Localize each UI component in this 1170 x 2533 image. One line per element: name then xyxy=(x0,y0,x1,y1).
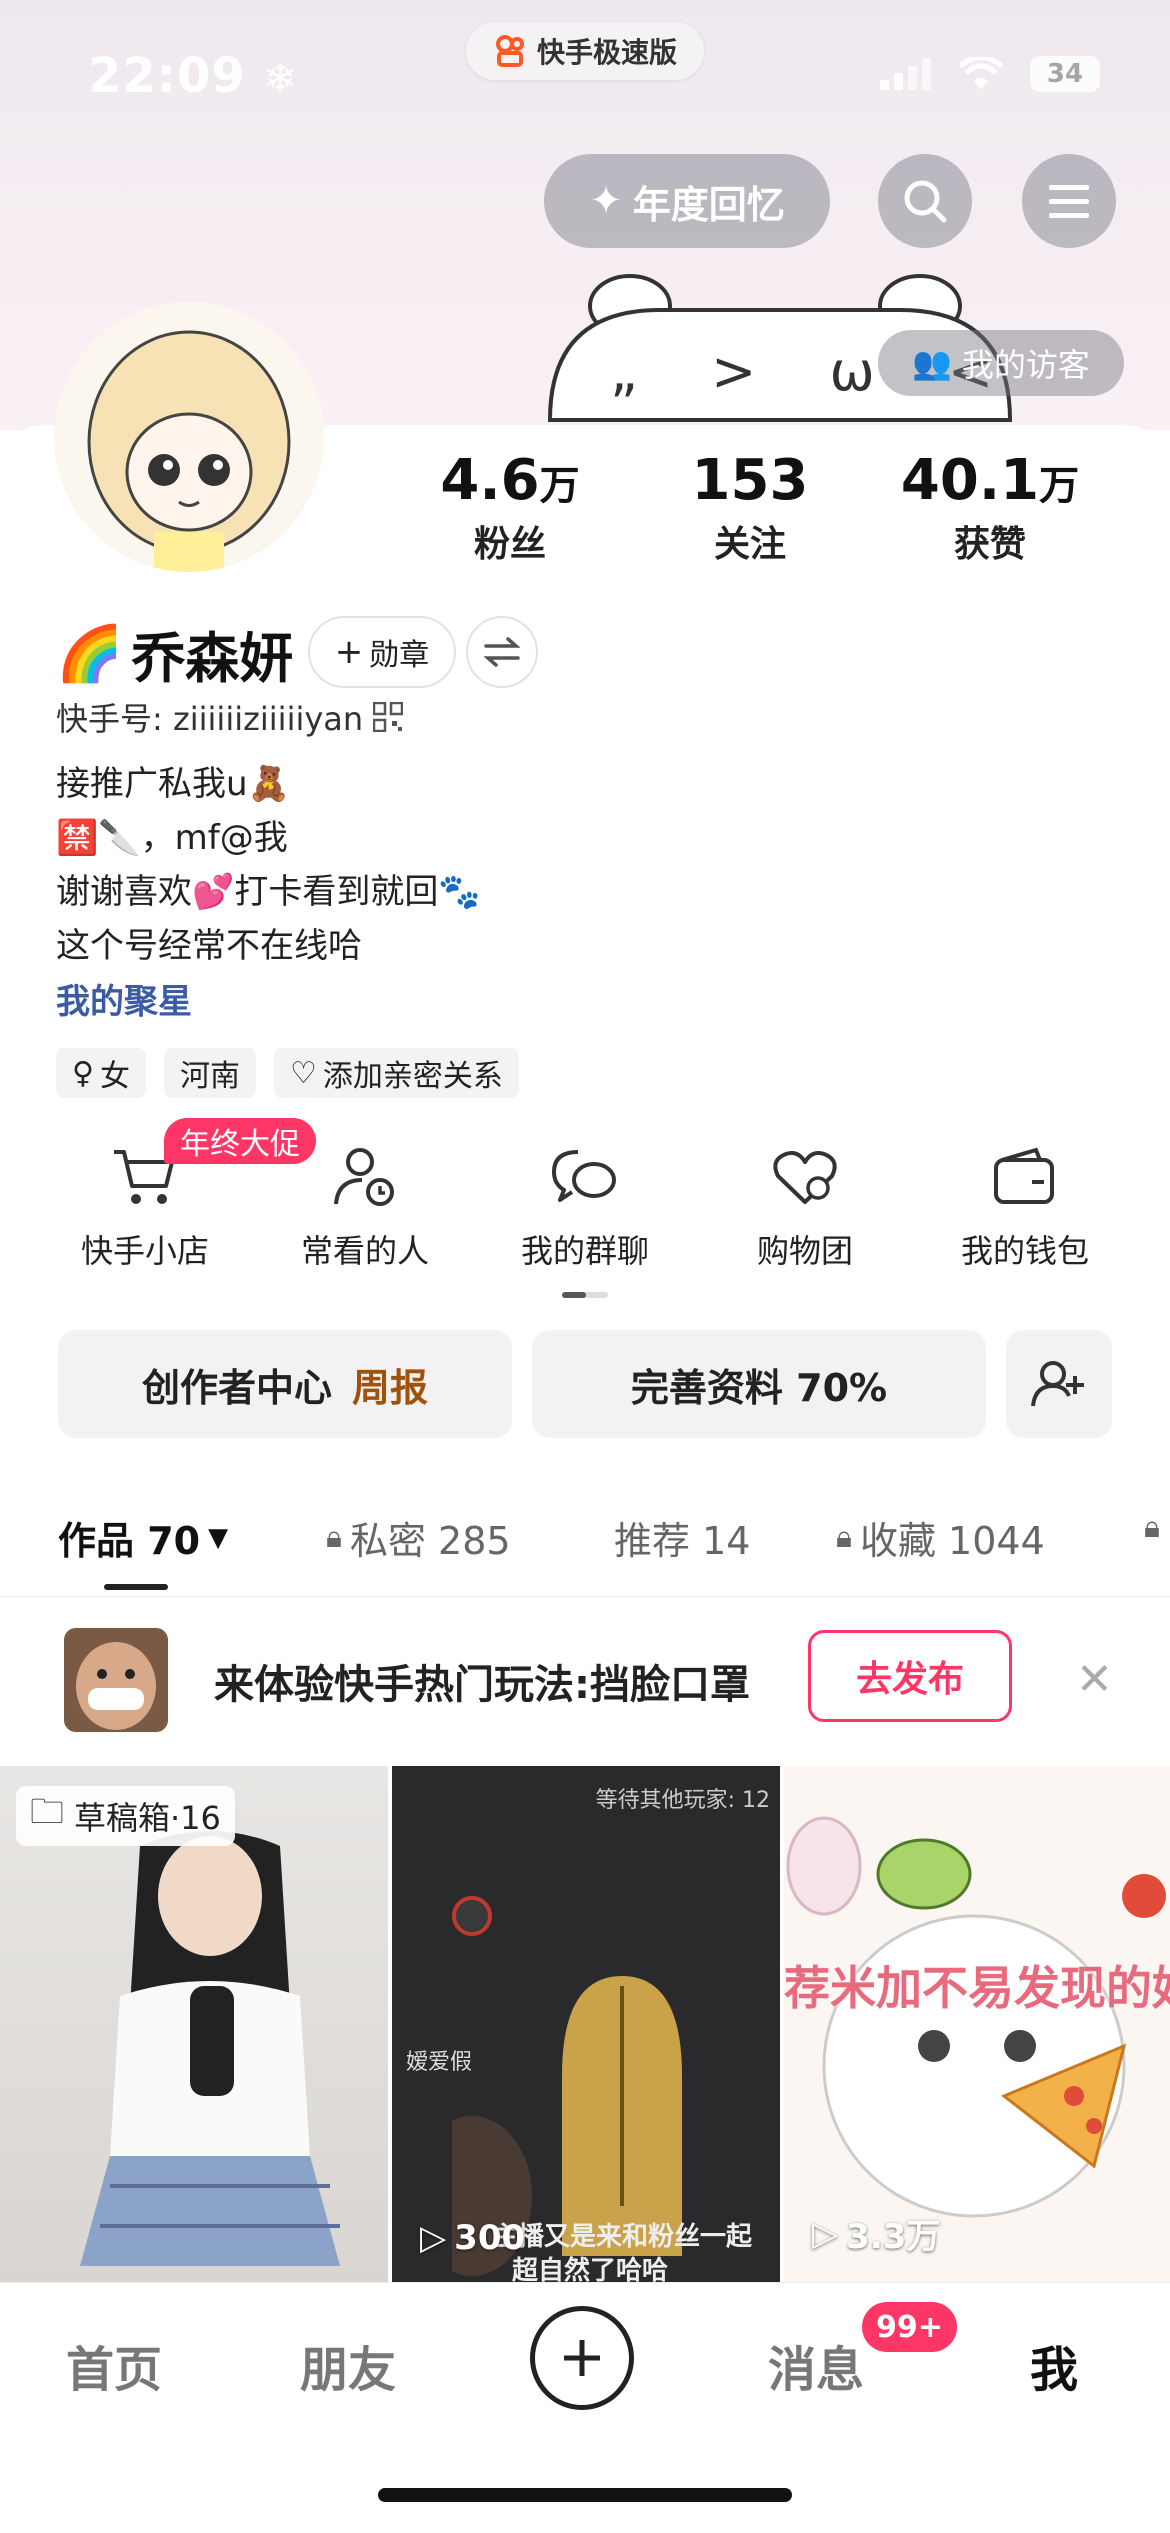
shortcut-wallet[interactable]: 我的钱包 xyxy=(925,1146,1125,1272)
bio-line-2: 🈲🔪，mf@我 xyxy=(56,818,288,858)
avatar-illustration xyxy=(54,302,324,572)
shortcut-shopping-group[interactable]: 购物团 xyxy=(705,1146,905,1272)
lock-icon: 🔒︎ xyxy=(326,1520,342,1555)
bio-line-4: 这个号经常不在线哈 xyxy=(56,926,362,966)
year-review-button[interactable]: ✦ 年度回忆 xyxy=(544,154,830,248)
nav-friends[interactable]: 朋友 xyxy=(300,2330,396,2400)
link-hearts-icon: ♡ xyxy=(289,1055,317,1091)
stat-following[interactable]: 153 关注 xyxy=(650,448,850,567)
girl-photo xyxy=(80,1831,340,2266)
mask-face-image xyxy=(64,1628,168,1732)
avatar[interactable] xyxy=(54,302,324,572)
kuaishou-logo-icon xyxy=(495,35,524,67)
heart-bag-icon xyxy=(773,1151,837,1204)
grid-tile-video-2[interactable]: 等待其他玩家: 12 嫒爱假 主播又是来和粉丝一起 超自然了哈哈 ▷ 300 xyxy=(392,1766,780,2282)
messages-badge: 99+ xyxy=(862,2302,957,2352)
publish-button[interactable]: 去发布 xyxy=(808,1630,1012,1722)
grid-tile-drafts[interactable]: 🗀 草稿箱·16 xyxy=(0,1766,388,2282)
waiting-players-text: 等待其他玩家: 12 xyxy=(595,1788,770,1813)
sparkle-icon: ✦ xyxy=(589,178,623,224)
play-icon: ▷ xyxy=(420,2218,447,2258)
plus-icon: + xyxy=(334,632,364,672)
add-person-icon xyxy=(1031,1361,1084,1407)
close-icon[interactable]: ✕ xyxy=(1076,1654,1113,1705)
tab-recommended[interactable]: 推荐 14 xyxy=(614,1510,750,1565)
video-caption-2: 超自然了哈哈 xyxy=(512,2256,669,2282)
active-tab-indicator xyxy=(104,1584,168,1590)
creator-center-button[interactable]: 创作者中心 周报 xyxy=(58,1330,512,1438)
visitors-icon: 👥 xyxy=(912,344,952,382)
gender-tag: ♀ 女 xyxy=(56,1048,146,1098)
search-icon xyxy=(904,180,947,223)
complete-profile-button[interactable]: 完善资料 70% xyxy=(532,1330,986,1438)
swap-arrows-icon xyxy=(484,637,520,667)
play-count: ▷ 300 xyxy=(420,2218,526,2258)
profile-name: 🌈 乔森妍 xyxy=(56,621,294,691)
signal-icon xyxy=(880,58,931,90)
add-relation-tag[interactable]: ♡ 添加亲密关系 xyxy=(273,1048,519,1098)
lock-icon: 🔒︎ xyxy=(836,1520,852,1555)
person-clock-icon xyxy=(334,1148,394,1206)
bio-line-3: 谢谢喜欢💕打卡看到就回🐾 xyxy=(56,872,481,912)
video-caption: 主播又是来和粉丝一起 xyxy=(492,2222,753,2252)
jvxing-link[interactable]: 我的聚星 xyxy=(56,974,192,1023)
kuaishou-id[interactable]: 快手号: ziiiiiiziiiiiyan xyxy=(56,694,404,740)
tabs-divider xyxy=(0,1596,1170,1597)
tab-favorites[interactable]: 🔒︎ 收藏 1044 xyxy=(836,1510,1045,1565)
shortcut-shop[interactable]: 快手小店 xyxy=(45,1146,245,1272)
shortcut-group-chats[interactable]: 我的群聊 xyxy=(485,1146,685,1272)
hamburger-menu-icon xyxy=(1049,185,1089,218)
nav-messages[interactable]: 消息 xyxy=(768,2330,864,2400)
profile-tags: ♀ 女 河南 ♡ 添加亲密关系 xyxy=(56,1048,519,1098)
drafts-badge: 🗀 草稿箱·16 xyxy=(16,1786,235,1846)
region-tag: 河南 xyxy=(163,1048,256,1098)
nav-me[interactable]: 我 xyxy=(1030,2330,1078,2400)
banner-text: 来体验快手热门玩法:挡脸口罩 xyxy=(214,1662,750,1708)
tile-caption: 荐米加不易发现的好 xyxy=(784,1961,1170,2015)
stat-likes[interactable]: 40.1万 获赞 xyxy=(880,448,1100,567)
wifi-icon xyxy=(958,57,1004,89)
add-friend-button[interactable] xyxy=(1006,1330,1112,1438)
nav-home[interactable]: 首页 xyxy=(66,2330,162,2400)
wallet-icon xyxy=(994,1147,1054,1204)
badge-button[interactable]: + 勋章 xyxy=(308,616,456,688)
banner-thumbnail xyxy=(64,1628,168,1732)
plus-icon xyxy=(564,2340,600,2376)
status-time: 22:09 ❄ xyxy=(88,48,299,104)
menu-button[interactable] xyxy=(1022,154,1116,248)
home-indicator xyxy=(378,2488,792,2502)
search-button[interactable] xyxy=(878,154,972,248)
battery-icon: 34 xyxy=(1030,56,1100,92)
my-visitors-button[interactable]: 👥 我的访客 xyxy=(878,330,1124,396)
switch-account-button[interactable] xyxy=(466,616,538,688)
lock-icon: 🔒︎ xyxy=(1144,1510,1160,1545)
play-icon: ▷ xyxy=(812,2213,839,2254)
app-switch-pill[interactable]: 快手极速版 xyxy=(466,22,704,80)
player-name-tag: 嫒爱假 xyxy=(406,2050,473,2075)
hot-play-banner[interactable]: 来体验快手热门玩法:挡脸口罩 去发布 ✕ xyxy=(0,1600,1170,1762)
female-icon: ♀ xyxy=(72,1055,94,1091)
grid-tile-video-3[interactable]: 荐米加不易发现的好 ▷ 3.3万 xyxy=(784,1766,1170,2282)
tab-works[interactable]: 作品 70 ▼ xyxy=(58,1510,228,1565)
create-button[interactable] xyxy=(530,2306,634,2410)
tab-private[interactable]: 🔒︎ 私密 285 xyxy=(326,1510,511,1565)
chat-bubbles-icon xyxy=(552,1150,616,1202)
play-count: ▷ 3.3万 xyxy=(812,2213,941,2258)
dropdown-arrow-icon: ▼ xyxy=(208,1522,229,1553)
qr-code-icon xyxy=(373,702,404,732)
bio-line-1: 接推广私我u🧸 xyxy=(56,764,290,804)
page-indicator xyxy=(562,1292,608,1298)
status-indicators: 34 xyxy=(880,56,1100,92)
shortcut-frequent-people[interactable]: 常看的人 xyxy=(265,1146,465,1272)
tab-more-lock[interactable]: 🔒︎ xyxy=(1144,1510,1160,1545)
folder-icon: 🗀 xyxy=(30,1791,64,1832)
stat-followers[interactable]: 4.6万 粉丝 xyxy=(410,448,610,567)
